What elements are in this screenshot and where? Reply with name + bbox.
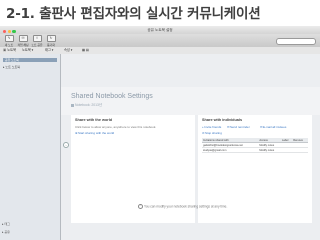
tab-notebook-dropdown[interactable]: 노트북 ▾ [22,48,33,53]
close-window-button[interactable] [3,29,7,33]
share-individuals-heading: Share with individuals [202,118,243,122]
email-all-label: E-mail all invitees [263,125,287,129]
info-icon: i [138,204,143,209]
stop-sharing-link[interactable]: ⊘Stop sharing [202,131,222,135]
new-note-button[interactable]: ✎ 새 노트 [3,35,15,47]
slide-heading: 2-1. 출판사 편집자와의 실시간 커뮤니케이션 [6,6,261,22]
window-title: 공유 노트북 설정 [147,28,173,32]
grid-icon: ▦ ▤ [82,48,89,52]
notebook-name-label: Notebook: 2013년 [75,103,103,107]
start-sharing-label: Start sharing with the world [78,131,115,135]
invite-friends-link[interactable]: +Invite friends [202,125,221,129]
sidebar-item-tags[interactable]: ▸ 태그 [2,222,10,226]
title-bar: 공유 노트북 설정 [0,26,320,34]
share-world-heading: Share with the world [75,118,113,122]
notebook-icon: ▣ [3,48,7,52]
access-select[interactable]: Modify notes [258,147,281,153]
remove-button[interactable] [292,147,308,153]
notebook-name: Notebook: 2013년 [71,102,102,107]
footer-text: You can modify your notebook sharing set… [144,204,228,209]
sharing-footer-note: i You can modify your notebook sharing se… [138,204,227,209]
sidebar-item-shared[interactable]: ▸ 공유 [2,230,10,234]
invitee-label [280,147,293,153]
sync-button[interactable]: ↻ 동기화 [45,35,57,47]
share-world-description: Click below to allow anyone, anywhere to… [75,125,157,129]
tab-notebook[interactable]: ▣노트북 [3,48,16,53]
work-chat-button[interactable]: ✉ 작업 채팅 [17,35,29,47]
view-mode-toggle[interactable]: ▦ ▤ [82,48,89,53]
note-icon: ✎ [4,35,14,42]
send-reminder-link[interactable]: ✉Send reminder [227,125,250,129]
toolbar: ✎ 새 노트 ✉ 작업 채팅 ⇪ 노트 공유 ↻ 동기화 [0,34,320,48]
chat-icon: ✉ [18,35,28,42]
main-content: › Shared Notebook Settings Notebook: 201… [61,54,320,240]
share-icon: ⇪ [32,35,42,42]
tab-label: 노트북 ▾ [22,48,34,52]
sidebar-item-notebooks[interactable]: ▸ 노트 노트북 [3,65,20,69]
app-window: 공유 노트북 설정 ✎ 새 노트 ✉ 작업 채팅 ⇪ 노트 공유 ↻ 동기화 ▣… [0,26,320,240]
note-header: Shared Notebook Settings Notebook: 2013년 [61,87,320,115]
tab-tag-dropdown[interactable]: 태그 ▾ [45,48,53,53]
sync-icon: ↻ [46,35,56,42]
invitee-email: studyas@gmail.com [202,147,259,153]
invitations-table: Invitations shared with Access Label Rem… [202,138,308,153]
minimize-window-button[interactable] [7,29,11,33]
stop-sharing-label: Stop sharing [205,131,222,135]
sidebar: 공유 노트북 ▸ 노트 노트북 ▸ 태그 ▸ 공유 [0,54,61,240]
share-note-button[interactable]: ⇪ 노트 공유 [31,35,43,47]
collapse-arrow-icon[interactable]: › [63,142,69,148]
window-controls [3,28,17,33]
sidebar-item-shared-notebook[interactable]: 공유 노트북 [3,58,57,62]
start-sharing-link[interactable]: ⊕Start sharing with the world [75,131,114,135]
zoom-window-button[interactable] [12,29,16,33]
tab-label: 속성 ▾ [64,48,73,52]
send-reminder-label: Send reminder [230,125,250,129]
page-title: Shared Notebook Settings [71,93,153,100]
table-row: studyas@gmail.com Modify notes [202,147,308,153]
tab-label: 태그 ▾ [45,48,54,52]
email-all-link[interactable]: ✉E-mail all invitees [260,125,286,129]
tab-attribute-dropdown[interactable]: 속성 ▾ [64,48,72,53]
invite-friends-label: Invite friends [204,125,222,129]
tab-label: 노트북 [7,48,17,52]
search-input[interactable] [276,38,316,45]
notebook-icon [71,103,74,107]
